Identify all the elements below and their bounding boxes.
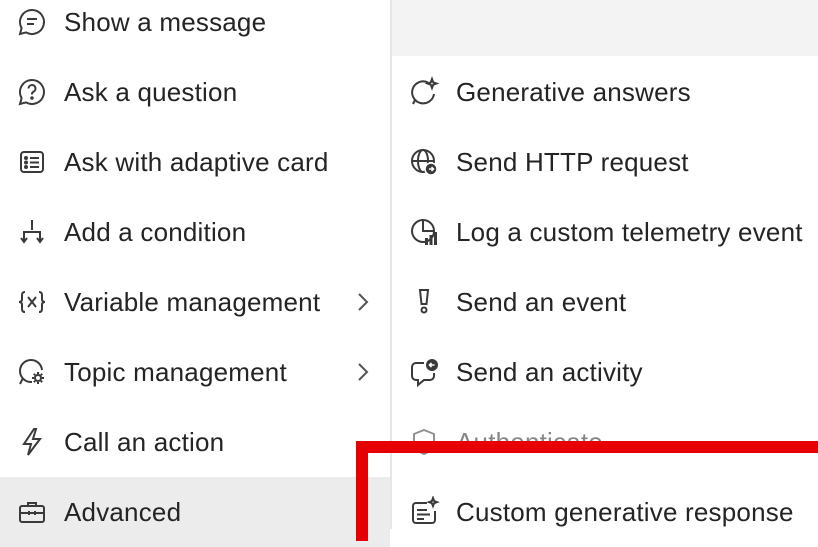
shield-icon xyxy=(406,424,442,460)
advanced-submenu: Generative answers Send HTTP request Log… xyxy=(392,0,818,529)
submenu-item-send-http-request[interactable]: Send HTTP request xyxy=(392,127,818,197)
submenu-item-label: Send an event xyxy=(456,286,627,317)
menu-item-call-action[interactable]: Call an action xyxy=(0,407,390,477)
menu-item-show-message[interactable]: Show a message xyxy=(0,0,390,57)
question-icon xyxy=(14,74,50,110)
menu-item-label: Topic management xyxy=(64,356,287,387)
telemetry-icon xyxy=(406,214,442,250)
menu-item-ask-question[interactable]: Ask a question xyxy=(0,57,390,127)
lightning-icon xyxy=(14,424,50,460)
menu-item-label: Call an action xyxy=(64,426,225,457)
submenu-item-log-telemetry[interactable]: Log a custom telemetry event xyxy=(392,197,818,267)
submenu-item-label: Log a custom telemetry event xyxy=(456,216,803,247)
menu-item-label: Ask a question xyxy=(64,76,238,107)
submenu-item-label: Generative answers xyxy=(456,76,691,107)
submenu-item-label: Custom generative response xyxy=(456,496,794,527)
adaptive-card-icon xyxy=(14,144,50,180)
left-menu: Show a message Ask a question Ask with a… xyxy=(0,0,390,547)
event-icon xyxy=(406,284,442,320)
menu-item-label: Add a condition xyxy=(64,216,247,247)
activity-icon xyxy=(406,354,442,390)
menu-item-variable-management[interactable]: Variable management xyxy=(0,267,390,337)
menu-item-label: Variable management xyxy=(64,286,321,317)
menu-item-add-condition[interactable]: Add a condition xyxy=(0,197,390,267)
submenu-item-generative-answers[interactable]: Generative answers xyxy=(392,57,818,127)
menu-item-adaptive-card[interactable]: Ask with adaptive card xyxy=(0,127,390,197)
variable-icon xyxy=(14,284,50,320)
submenu-item-label: Send HTTP request xyxy=(456,146,689,177)
submenu-item-send-activity[interactable]: Send an activity xyxy=(392,337,818,407)
sparkle-list-icon xyxy=(406,494,442,530)
submenu-item-custom-generative-response[interactable]: Custom generative response xyxy=(392,477,818,547)
menu-item-advanced[interactable]: Advanced xyxy=(0,477,390,547)
chevron-right-icon xyxy=(354,360,372,384)
message-icon xyxy=(14,4,50,40)
menu-item-label: Ask with adaptive card xyxy=(64,146,329,177)
globe-icon xyxy=(406,144,442,180)
menu-item-label: Advanced xyxy=(64,496,182,527)
submenu-item-label: Send an activity xyxy=(456,356,643,387)
menu-item-label: Show a message xyxy=(64,6,267,37)
submenu-item-authenticate[interactable]: Authenticate xyxy=(392,407,818,477)
toolbox-icon xyxy=(14,494,50,530)
submenu-item-send-event[interactable]: Send an event xyxy=(392,267,818,337)
condition-icon xyxy=(14,214,50,250)
submenu-item-label: Authenticate xyxy=(456,426,603,457)
chevron-right-icon xyxy=(354,290,372,314)
topic-icon xyxy=(14,354,50,390)
sparkle-chat-icon xyxy=(406,74,442,110)
menu-item-topic-management[interactable]: Topic management xyxy=(0,337,390,407)
